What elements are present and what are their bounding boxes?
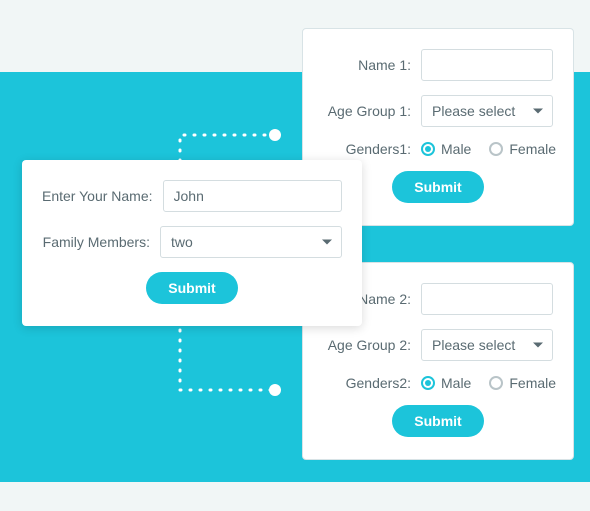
connector-node xyxy=(269,384,281,396)
submit-button[interactable]: Submit xyxy=(146,272,237,304)
radio-unchecked-icon xyxy=(489,142,503,156)
submit-button-2[interactable]: Submit xyxy=(392,405,483,437)
gender-1-male-label: Male xyxy=(441,141,471,157)
gender-2-male-radio[interactable]: Male xyxy=(421,375,471,391)
gender-2-male-label: Male xyxy=(441,375,471,391)
gender-1-male-radio[interactable]: Male xyxy=(421,141,471,157)
family-members-select[interactable]: two xyxy=(160,226,342,258)
name-2-input[interactable] xyxy=(421,283,553,315)
gender-1-female-radio[interactable]: Female xyxy=(489,141,556,157)
age-group-1-label: Age Group 1: xyxy=(323,103,421,119)
gender-2-female-label: Female xyxy=(509,375,556,391)
name-label: Enter Your Name: xyxy=(42,188,163,204)
submit-button-1[interactable]: Submit xyxy=(392,171,483,203)
gender-1-female-label: Female xyxy=(509,141,556,157)
genders-1-label: Genders1: xyxy=(323,141,421,157)
family-members-label: Family Members: xyxy=(42,234,160,250)
name-input[interactable] xyxy=(163,180,342,212)
name-1-label: Name 1: xyxy=(323,57,421,73)
genders-2-label: Genders2: xyxy=(323,375,421,391)
age-group-2-select[interactable]: Please select xyxy=(421,329,553,361)
radio-checked-icon xyxy=(421,142,435,156)
main-form-card: Enter Your Name: Family Members: two Sub… xyxy=(22,160,362,326)
connector-node xyxy=(269,129,281,141)
radio-checked-icon xyxy=(421,376,435,390)
name-1-input[interactable] xyxy=(421,49,553,81)
age-group-1-select[interactable]: Please select xyxy=(421,95,553,127)
radio-unchecked-icon xyxy=(489,376,503,390)
age-group-2-label: Age Group 2: xyxy=(323,337,421,353)
gender-2-female-radio[interactable]: Female xyxy=(489,375,556,391)
